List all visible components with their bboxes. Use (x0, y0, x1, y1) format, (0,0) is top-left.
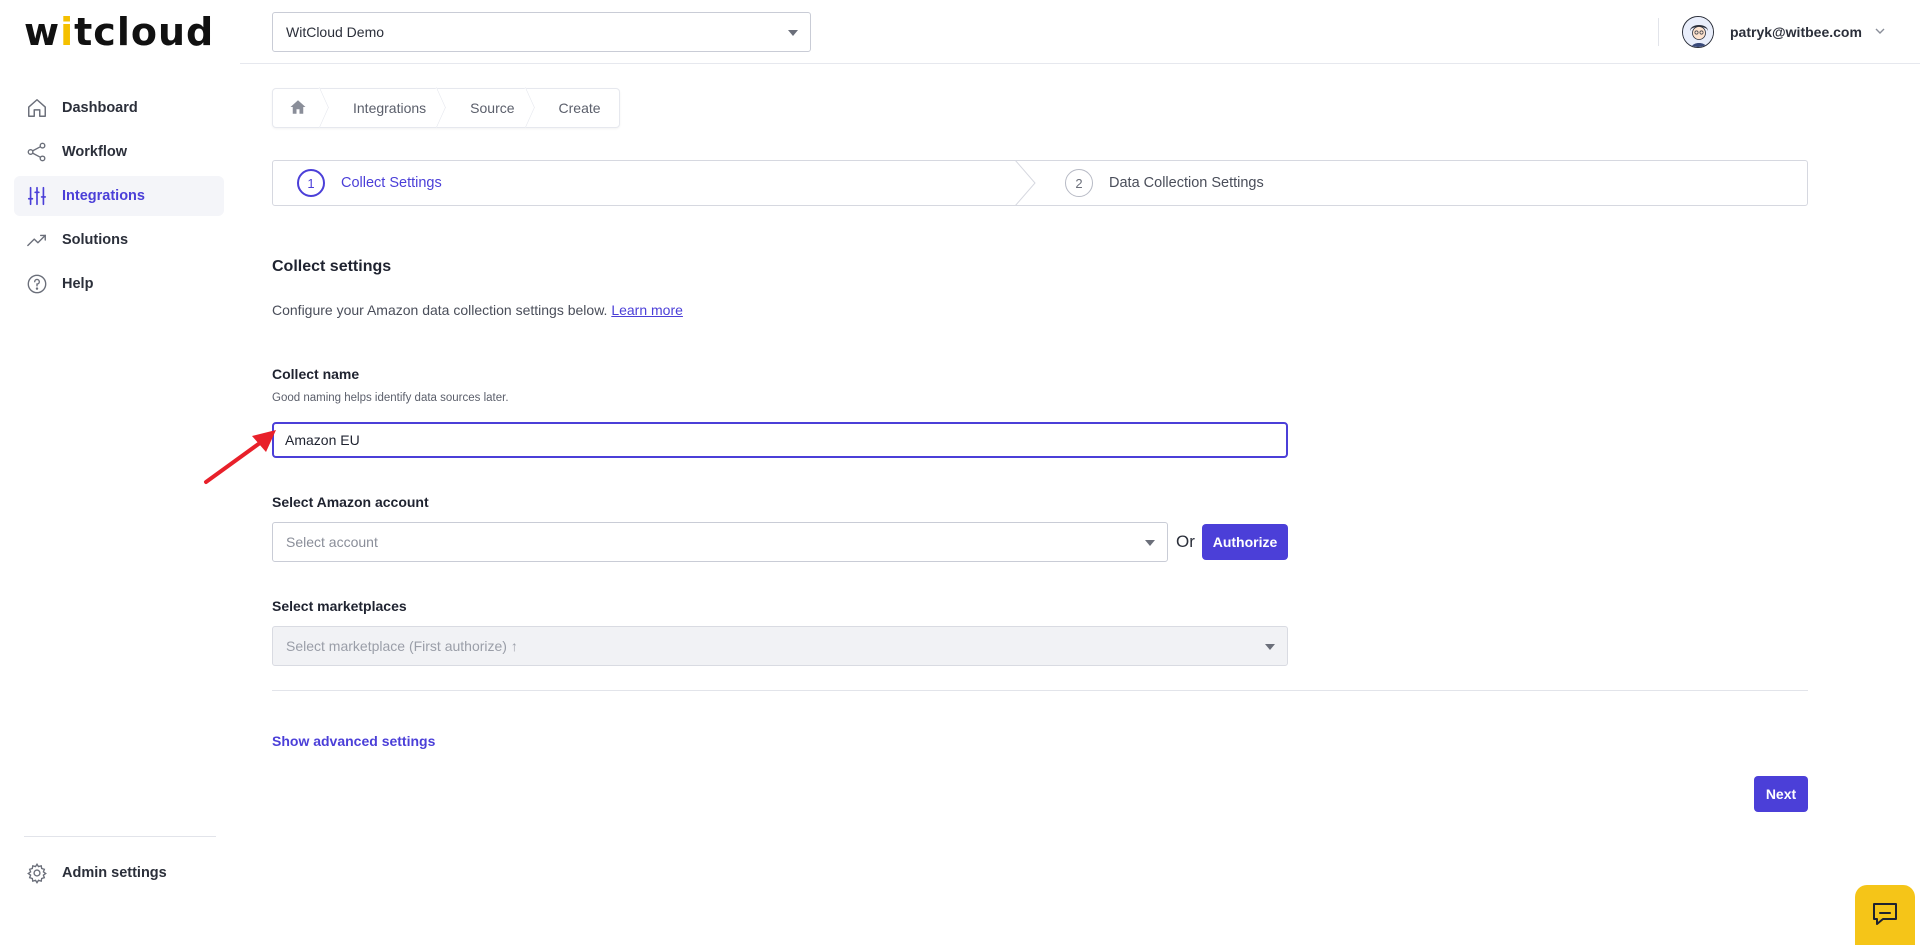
breadcrumb-label: Integrations (353, 100, 427, 116)
chat-bubble-icon (1871, 901, 1899, 930)
show-advanced-settings-link[interactable]: Show advanced settings (272, 733, 435, 749)
caret-down-icon (1265, 644, 1275, 650)
caret-down-icon (788, 30, 798, 36)
organization-select[interactable]: WitCloud Demo (272, 12, 811, 52)
top-bar: WitCloud Demo patryk@witbee.com (240, 0, 1920, 64)
amazon-account-placeholder: Select account (286, 534, 378, 550)
home-icon (289, 98, 307, 119)
logo-text-accent: i (60, 10, 75, 54)
organization-select-value: WitCloud Demo (286, 24, 385, 40)
admin-settings-link[interactable]: Admin settings (26, 862, 167, 884)
chat-widget-button[interactable] (1855, 885, 1915, 945)
breadcrumb-label: Source (470, 100, 515, 116)
logo-text-prefix: w (24, 10, 61, 54)
form-divider (272, 690, 1808, 691)
next-button[interactable]: Next (1754, 776, 1808, 812)
sidebar-nav: Dashboard Workflow Integrations Solution… (14, 88, 224, 308)
breadcrumb-source[interactable]: Source (444, 89, 532, 127)
breadcrumb-integrations[interactable]: Integrations (327, 89, 444, 127)
collect-name-input[interactable] (272, 422, 1288, 458)
authorize-button[interactable]: Authorize (1202, 524, 1288, 560)
or-separator-text: Or (1176, 532, 1195, 551)
sidebar-item-label: Integrations (62, 188, 145, 204)
admin-settings-label: Admin settings (62, 865, 167, 881)
share-nodes-icon (26, 141, 48, 163)
sidebar-item-label: Workflow (62, 144, 127, 160)
sidebar-item-solutions[interactable]: Solutions (14, 220, 224, 260)
amazon-account-select[interactable]: Select account (272, 522, 1168, 562)
progress-stepper: 1 Collect Settings 2 Data Collection Set… (272, 160, 1808, 206)
sidebar-divider (24, 836, 216, 837)
section-title: Collect settings (272, 258, 392, 275)
sidebar-item-label: Help (62, 276, 94, 292)
step-number: 2 (1065, 169, 1093, 197)
logo-text-suffix: tcloud (74, 10, 215, 54)
question-circle-icon (26, 273, 48, 295)
witcloud-logo[interactable]: w i tcloud (24, 10, 215, 54)
collect-name-label: Collect name (272, 366, 360, 382)
step-separator-chevron (1014, 160, 1036, 206)
annotation-arrow-icon (204, 430, 276, 484)
step-data-collection-settings[interactable]: 2 Data Collection Settings (1065, 161, 1264, 205)
home-icon (26, 97, 48, 119)
sidebar-item-integrations[interactable]: Integrations (14, 176, 224, 216)
user-menu[interactable]: patryk@witbee.com (1682, 14, 1886, 50)
section-description-text: Configure your Amazon data collection se… (272, 302, 608, 318)
section-description: Configure your Amazon data collection se… (272, 302, 683, 318)
topbar-divider (1658, 18, 1659, 46)
step-collect-settings[interactable]: 1 Collect Settings (297, 161, 442, 205)
step-label: Collect Settings (341, 175, 442, 191)
sidebar-item-label: Solutions (62, 232, 129, 248)
caret-down-icon (1145, 540, 1155, 546)
sidebar-item-dashboard[interactable]: Dashboard (14, 88, 224, 128)
breadcrumb: Integrations Source Create (272, 88, 620, 128)
marketplaces-label: Select marketplaces (272, 598, 407, 614)
marketplaces-select[interactable]: Select marketplace (First authorize) ↑ (272, 626, 1288, 666)
chevron-down-icon (1874, 24, 1886, 40)
breadcrumb-label: Create (558, 100, 601, 116)
breadcrumb-home[interactable] (273, 89, 327, 127)
breadcrumb-create[interactable]: Create (533, 89, 619, 127)
collect-name-help: Good naming helps identify data sources … (272, 392, 509, 404)
trending-up-icon (26, 229, 48, 251)
avatar (1682, 16, 1714, 48)
gear-icon (26, 862, 48, 884)
step-number: 1 (297, 169, 325, 197)
learn-more-link[interactable]: Learn more (611, 302, 683, 318)
step-label: Data Collection Settings (1109, 175, 1264, 191)
sidebar-item-workflow[interactable]: Workflow (14, 132, 224, 172)
marketplaces-placeholder: Select marketplace (First authorize) ↑ (286, 638, 518, 654)
sliders-icon (26, 185, 48, 207)
sidebar-item-help[interactable]: Help (14, 264, 224, 304)
sidebar-item-label: Dashboard (62, 100, 138, 116)
amazon-account-label: Select Amazon account (272, 494, 429, 510)
user-email: patryk@witbee.com (1730, 24, 1862, 40)
